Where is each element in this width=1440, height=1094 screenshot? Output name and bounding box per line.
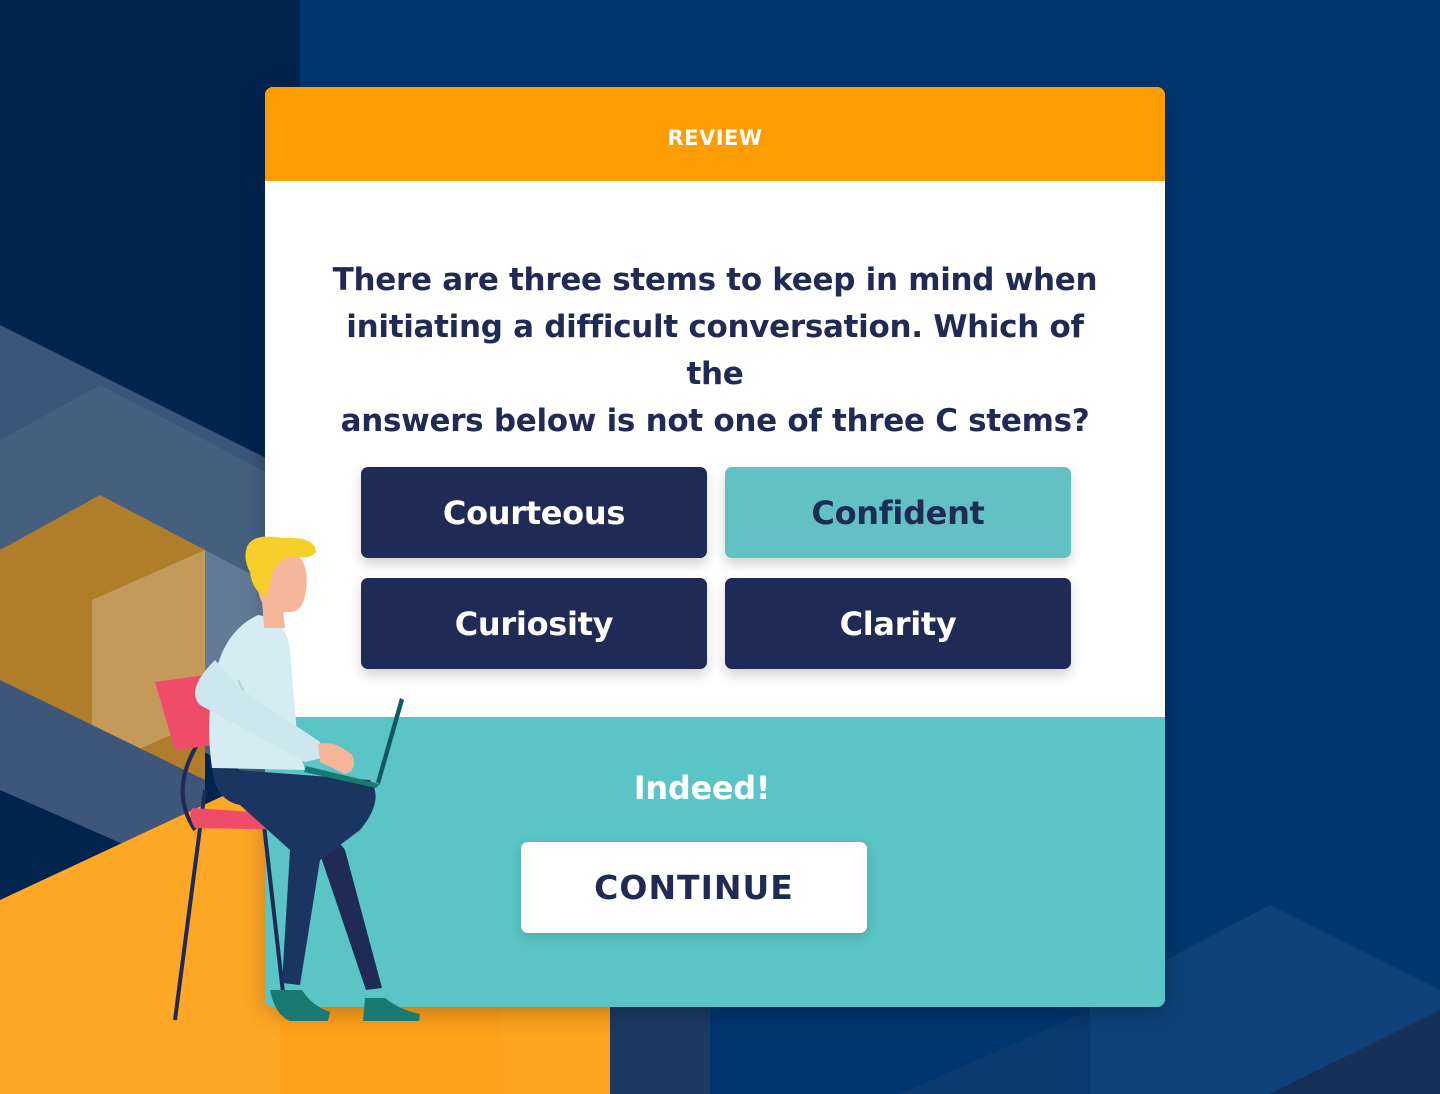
card-header: REVIEW (265, 87, 1165, 181)
answer-label: Confident (811, 493, 985, 532)
question-line: initiating a difficult conversation. Whi… (346, 309, 1084, 392)
question-line: There are three stems to keep in mind wh… (332, 262, 1098, 298)
person-sitting-with-laptop-illustration (155, 536, 420, 1021)
answer-label: Curiosity (454, 604, 614, 643)
answer-option-confident[interactable]: Confident (725, 467, 1071, 558)
continue-button[interactable]: CONTINUE (521, 842, 867, 933)
answer-label: Courteous (442, 493, 626, 532)
answer-label: Clarity (839, 604, 957, 643)
question-line: answers below is not one of three C stem… (340, 403, 1090, 439)
question-text: There are three stems to keep in mind wh… (325, 257, 1105, 445)
answer-option-clarity[interactable]: Clarity (725, 578, 1071, 669)
header-title: REVIEW (667, 126, 763, 150)
